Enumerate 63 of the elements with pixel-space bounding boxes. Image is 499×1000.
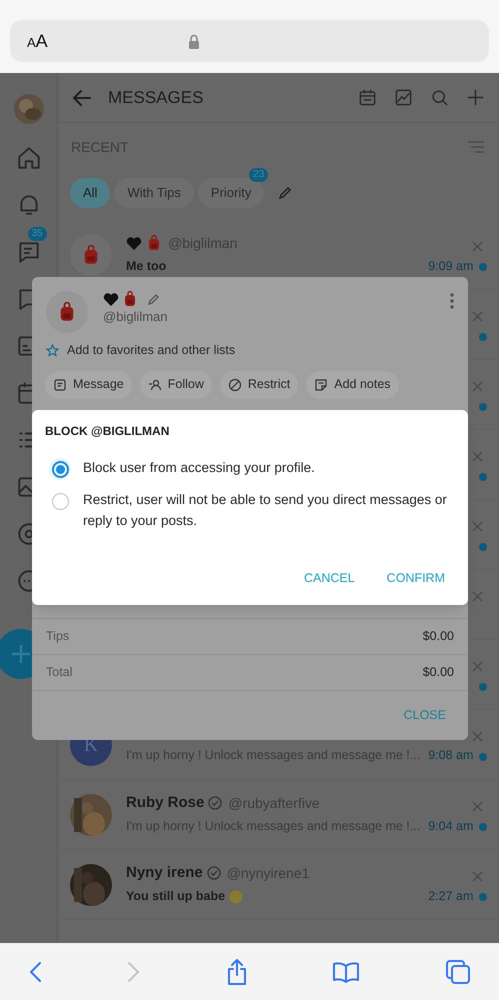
back-arrow-icon[interactable] <box>72 88 92 108</box>
message-time: 9:09 am <box>428 258 474 276</box>
action-button[interactable]: Add notes <box>306 370 399 399</box>
bookmarks-icon[interactable] <box>332 960 360 982</box>
text-size-button[interactable]: AA <box>27 28 48 54</box>
heart-icon <box>126 236 142 251</box>
radio-button[interactable] <box>49 458 71 480</box>
lock-icon <box>188 34 200 48</box>
contact-name: Ruby Rose <box>126 792 204 813</box>
total-value: $0.00 <box>422 628 454 646</box>
address-bar[interactable]: AA <box>10 20 489 62</box>
close-icon[interactable] <box>472 241 484 252</box>
search-icon[interactable] <box>430 88 450 107</box>
note-icon <box>314 378 328 392</box>
username: @biglilman <box>103 308 168 326</box>
add-icon[interactable] <box>466 88 486 107</box>
heart-icon <box>103 292 119 306</box>
total-label: Tips <box>46 628 70 646</box>
message-preview: You still up babe <box>126 888 226 906</box>
total-label: Total <box>46 664 72 682</box>
message-time: 9:08 am <box>428 747 474 764</box>
home-icon[interactable] <box>16 145 42 171</box>
close-icon[interactable] <box>472 451 484 462</box>
message-time: 9:04 am <box>428 818 474 836</box>
message-time: 2:27 am <box>428 888 474 906</box>
close-icon[interactable] <box>472 591 484 602</box>
back-icon[interactable] <box>28 960 42 982</box>
filter-tab[interactable]: All <box>70 178 110 208</box>
message-preview: Me too <box>126 258 166 276</box>
total-value: $0.00 <box>422 664 454 682</box>
action-button[interactable]: Restrict <box>220 370 298 399</box>
follow-icon <box>148 378 162 392</box>
action-button[interactable]: Follow <box>140 370 212 399</box>
block-icon <box>228 378 242 392</box>
close-icon[interactable] <box>472 801 484 812</box>
action-button[interactable]: Message <box>45 370 132 399</box>
dialog-button[interactable]: CONFIRM <box>386 569 445 588</box>
more-options-icon[interactable] <box>450 293 454 309</box>
backpack-icon <box>146 235 162 252</box>
contact-name: Nyny irene <box>126 862 203 883</box>
close-icon[interactable] <box>472 871 484 882</box>
tabs-icon[interactable] <box>445 958 471 984</box>
page-title: MESSAGES <box>108 86 204 109</box>
star-icon[interactable] <box>46 344 59 357</box>
close-icon[interactable] <box>472 381 484 392</box>
favorites-link[interactable]: Add to favorites and other lists <box>67 341 236 360</box>
backpack-icon <box>122 291 138 307</box>
close-icon[interactable] <box>472 311 484 322</box>
close-icon[interactable] <box>472 521 484 532</box>
option-label: Block user from accessing your profile. <box>83 459 315 477</box>
chart-icon[interactable] <box>394 88 414 107</box>
forward-icon <box>126 960 141 982</box>
close-icon[interactable] <box>472 661 484 672</box>
dialog-button[interactable]: CANCEL <box>304 569 355 588</box>
close-icon[interactable] <box>472 731 484 742</box>
option-label: Restrict, user will not be able to send you direct messages or reply to your posts. <box>83 491 448 530</box>
pencil-icon[interactable] <box>278 186 292 200</box>
share-icon[interactable] <box>226 958 248 986</box>
message-icon <box>53 378 67 392</box>
sort-icon[interactable] <box>467 140 486 154</box>
dialog-title: BLOCK @BIGLILMAN <box>45 423 170 440</box>
calendar-icon[interactable] <box>358 88 378 107</box>
pencil-icon[interactable] <box>147 292 160 306</box>
